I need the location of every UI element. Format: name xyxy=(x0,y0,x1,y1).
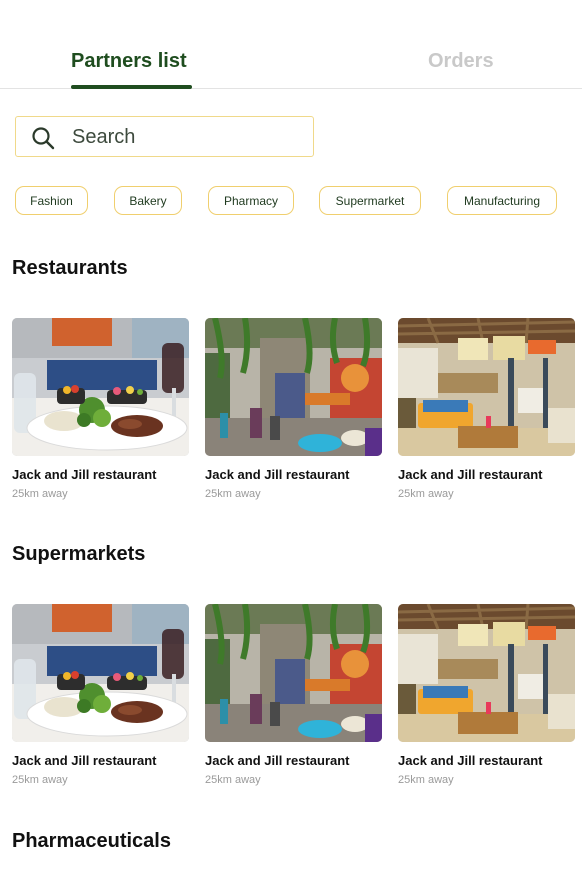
partner-distance: 25km away xyxy=(12,774,68,786)
patio-lounge-photo xyxy=(398,318,575,456)
green-interior-photo xyxy=(205,318,382,456)
category-chip-manufacturing[interactable]: Manufacturing xyxy=(447,186,557,215)
tab-orders[interactable]: Orders xyxy=(428,48,494,74)
partner-name: Jack and Jill restaurant xyxy=(205,753,350,768)
partner-distance: 25km away xyxy=(205,774,261,786)
partner-card[interactable]: Jack and Jill restaurant 25km away xyxy=(12,604,189,794)
plated-steak-photo xyxy=(12,604,189,742)
patio-lounge-photo xyxy=(398,604,575,742)
active-tab-indicator xyxy=(71,85,192,89)
search-bar[interactable] xyxy=(15,116,314,157)
section-title-restaurants: Restaurants xyxy=(12,257,128,279)
partner-card[interactable]: Jack and Jill restaurant 25km away xyxy=(398,604,575,794)
section-title-pharmaceuticals: Pharmaceuticals xyxy=(12,830,171,852)
partner-name: Jack and Jill restaurant xyxy=(205,467,350,482)
partner-card[interactable]: Jack and Jill restaurant 25km away xyxy=(12,318,189,508)
partner-card[interactable]: Jack and Jill restaurant 25km away xyxy=(205,318,382,508)
tab-bar: Partners list Orders xyxy=(0,0,582,89)
search-input[interactable] xyxy=(72,125,302,149)
partner-name: Jack and Jill restaurant xyxy=(12,753,157,768)
partner-name: Jack and Jill restaurant xyxy=(12,467,157,482)
partner-name: Jack and Jill restaurant xyxy=(398,753,543,768)
section-title-supermarkets: Supermarkets xyxy=(12,543,146,565)
partner-distance: 25km away xyxy=(205,488,261,500)
plated-steak-photo xyxy=(12,318,189,456)
partner-distance: 25km away xyxy=(12,488,68,500)
partner-card[interactable]: Jack and Jill restaurant 25km away xyxy=(398,318,575,508)
category-chip-fashion[interactable]: Fashion xyxy=(15,186,88,215)
category-chip-bakery[interactable]: Bakery xyxy=(114,186,182,215)
category-chip-pharmacy[interactable]: Pharmacy xyxy=(208,186,294,215)
partner-name: Jack and Jill restaurant xyxy=(398,467,543,482)
partner-distance: 25km away xyxy=(398,488,454,500)
search-icon xyxy=(32,127,55,150)
partner-card[interactable]: Jack and Jill restaurant 25km away xyxy=(205,604,382,794)
green-interior-photo xyxy=(205,604,382,742)
partner-distance: 25km away xyxy=(398,774,454,786)
category-chip-supermarket[interactable]: Supermarket xyxy=(319,186,421,215)
tab-partners-list[interactable]: Partners list xyxy=(71,48,187,74)
